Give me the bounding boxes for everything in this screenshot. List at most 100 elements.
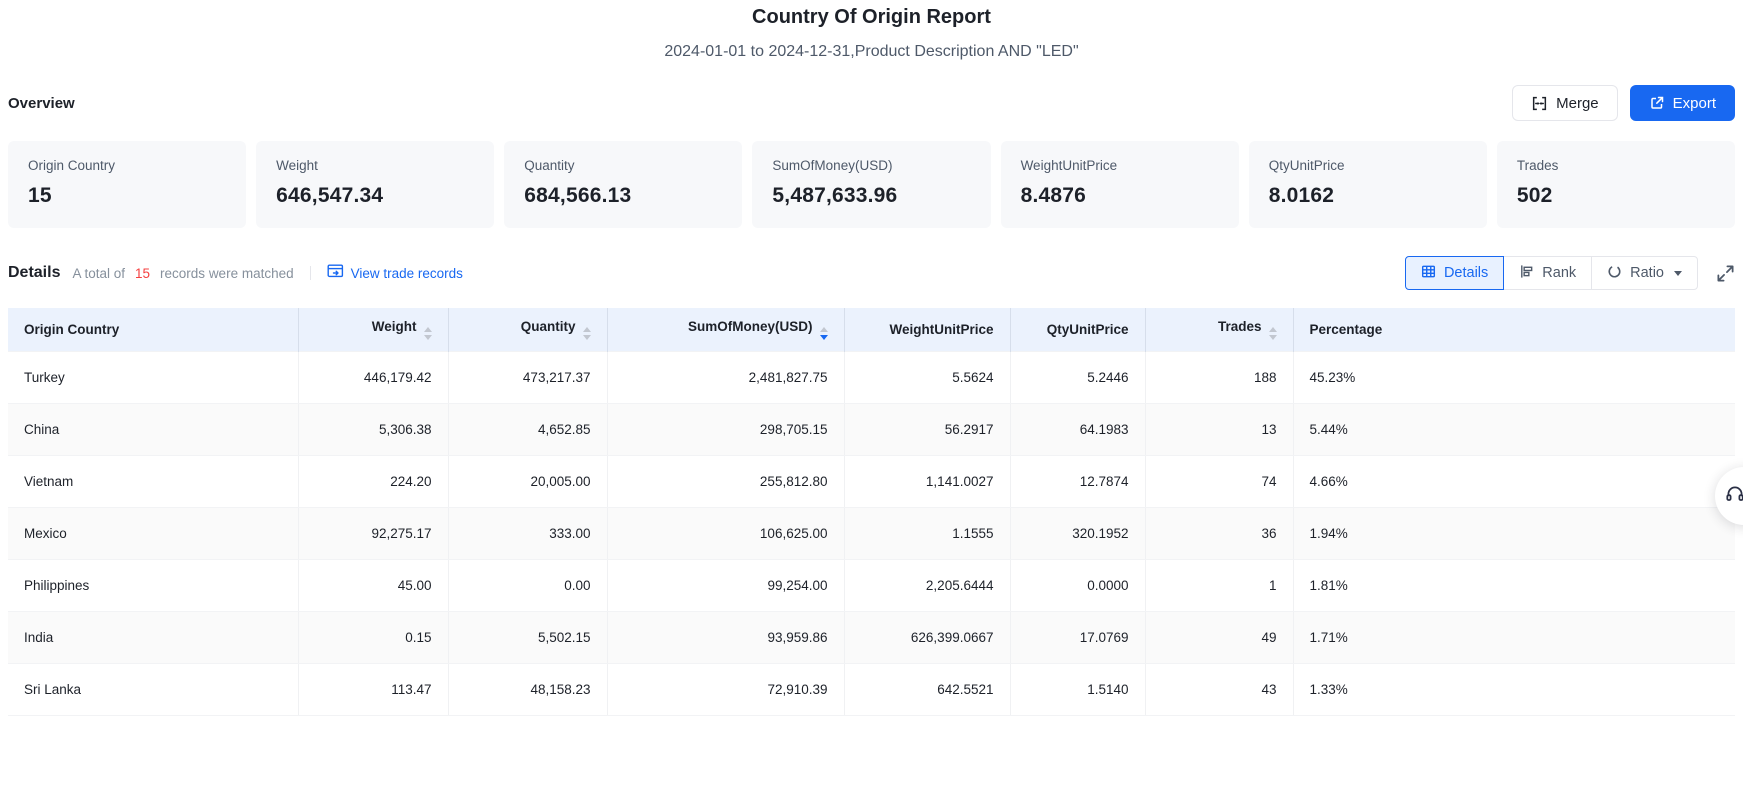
- table-cell: 1,141.0027: [844, 455, 1010, 507]
- stat-value: 5,487,633.96: [772, 184, 970, 208]
- page: Country Of Origin Report 2024-01-01 to 2…: [0, 0, 1743, 785]
- table-cell: 113.47: [298, 663, 448, 715]
- table-cell: 13: [1145, 403, 1293, 455]
- tab-rank-label: Rank: [1542, 265, 1576, 281]
- origin-country-table: Origin Country Weight Quantity SumOfMone…: [8, 308, 1735, 716]
- table-row: Sri Lanka113.4748,158.2372,910.39642.552…: [8, 663, 1735, 715]
- table-cell: 473,217.37: [448, 351, 607, 403]
- table-cell: 48,158.23: [448, 663, 607, 715]
- tab-ratio-label: Ratio: [1630, 265, 1664, 281]
- view-trade-records-link[interactable]: View trade records: [327, 264, 463, 282]
- stat-card-weight: Weight 646,547.34: [256, 141, 494, 228]
- table-header: Origin Country Weight Quantity SumOfMone…: [8, 308, 1735, 351]
- fullscreen-button[interactable]: [1716, 264, 1735, 283]
- table-cell: 1: [1145, 559, 1293, 611]
- stat-value: 8.0162: [1269, 184, 1467, 208]
- vertical-divider: [310, 266, 311, 280]
- table-cell: 2,205.6444: [844, 559, 1010, 611]
- details-bar: Details A total of 15 records were match…: [8, 256, 1735, 290]
- table-cell: 43: [1145, 663, 1293, 715]
- table-cell: 1.81%: [1293, 559, 1735, 611]
- table-cell: 626,399.0667: [844, 611, 1010, 663]
- tab-rank[interactable]: Rank: [1503, 256, 1592, 290]
- export-button-label: Export: [1673, 95, 1716, 112]
- stat-value: 8.4876: [1021, 184, 1219, 208]
- column-header-weight-unit-price: WeightUnitPrice: [844, 308, 1010, 351]
- table-cell: 4.66%: [1293, 455, 1735, 507]
- table-row: Philippines45.000.0099,254.002,205.64440…: [8, 559, 1735, 611]
- table-row: Mexico92,275.17333.00106,625.001.1555320…: [8, 507, 1735, 559]
- table-cell: 5.44%: [1293, 403, 1735, 455]
- column-header-trades[interactable]: Trades: [1145, 308, 1293, 351]
- table-cell: 56.2917: [844, 403, 1010, 455]
- ratio-chart-icon: [1607, 264, 1622, 283]
- table-cell: 2,481,827.75: [607, 351, 844, 403]
- table-cell: 224.20: [298, 455, 448, 507]
- tab-ratio[interactable]: Ratio: [1591, 256, 1698, 290]
- table-cell: 106,625.00: [607, 507, 844, 559]
- merge-icon: [1531, 95, 1548, 112]
- table-cell: Mexico: [8, 507, 298, 559]
- stat-value: 646,547.34: [276, 184, 474, 208]
- merge-button-label: Merge: [1556, 95, 1599, 112]
- table-cell: 45.00: [298, 559, 448, 611]
- page-subtitle: 2024-01-01 to 2024-12-31,Product Descrip…: [8, 43, 1735, 61]
- sort-icon: [583, 327, 591, 340]
- table-cell: India: [8, 611, 298, 663]
- table-cell: China: [8, 403, 298, 455]
- stat-card-origin-country: Origin Country 15: [8, 141, 246, 228]
- column-header-qty-unit-price: QtyUnitPrice: [1010, 308, 1145, 351]
- tab-details[interactable]: Details: [1405, 256, 1504, 290]
- stat-value: 15: [28, 184, 226, 208]
- column-header-quantity[interactable]: Quantity: [448, 308, 607, 351]
- table-cell: 72,910.39: [607, 663, 844, 715]
- stat-value: 502: [1517, 184, 1715, 208]
- match-suffix: records were matched: [160, 266, 294, 281]
- table-row: Vietnam224.2020,005.00255,812.801,141.00…: [8, 455, 1735, 507]
- column-header-origin-country: Origin Country: [8, 308, 298, 351]
- table-cell: 99,254.00: [607, 559, 844, 611]
- view-switcher: Details Rank: [1405, 256, 1698, 290]
- stat-value: 684,566.13: [524, 184, 722, 208]
- table-cell: Philippines: [8, 559, 298, 611]
- table-cell: 298,705.15: [607, 403, 844, 455]
- merge-button[interactable]: Merge: [1512, 85, 1618, 121]
- match-count: 15: [135, 266, 150, 281]
- table-cell: 5,502.15: [448, 611, 607, 663]
- stat-label: SumOfMoney(USD): [772, 158, 970, 173]
- table-cell: 333.00: [448, 507, 607, 559]
- column-header-sum-of-money[interactable]: SumOfMoney(USD): [607, 308, 844, 351]
- table-cell: 5.2446: [1010, 351, 1145, 403]
- overview-title: Overview: [8, 95, 75, 112]
- table-cell: 0.15: [298, 611, 448, 663]
- table-cell: 1.94%: [1293, 507, 1735, 559]
- table-cell: 64.1983: [1010, 403, 1145, 455]
- bar-chart-icon: [1519, 264, 1534, 283]
- table-cell: 0.00: [448, 559, 607, 611]
- table-row: Turkey446,179.42473,217.372,481,827.755.…: [8, 351, 1735, 403]
- stat-cards: Origin Country 15 Weight 646,547.34 Quan…: [8, 141, 1735, 228]
- table-cell: 4,652.85: [448, 403, 607, 455]
- stat-card-weight-unit-price: WeightUnitPrice 8.4876: [1001, 141, 1239, 228]
- column-header-weight[interactable]: Weight: [298, 308, 448, 351]
- stat-label: Weight: [276, 158, 474, 173]
- table-cell: 93,959.86: [607, 611, 844, 663]
- details-title: Details: [8, 264, 60, 282]
- details-match-summary: A total of 15 records were matched: [72, 266, 293, 281]
- trade-records-icon: [327, 264, 344, 282]
- table-body: Turkey446,179.42473,217.372,481,827.755.…: [8, 351, 1735, 715]
- stat-label: QtyUnitPrice: [1269, 158, 1467, 173]
- headset-icon: [1724, 483, 1743, 510]
- table-cell: 12.7874: [1010, 455, 1145, 507]
- table-cell: 92,275.17: [298, 507, 448, 559]
- stat-card-quantity: Quantity 684,566.13: [504, 141, 742, 228]
- tab-details-label: Details: [1444, 265, 1488, 281]
- stat-label: Trades: [1517, 158, 1715, 173]
- report-header: Country Of Origin Report 2024-01-01 to 2…: [8, 0, 1735, 61]
- export-button[interactable]: Export: [1630, 85, 1735, 121]
- stat-card-sum-of-money: SumOfMoney(USD) 5,487,633.96: [752, 141, 990, 228]
- table-cell: 188: [1145, 351, 1293, 403]
- details-left: Details A total of 15 records were match…: [8, 264, 463, 282]
- table-cell: 320.1952: [1010, 507, 1145, 559]
- table-cell: 5.5624: [844, 351, 1010, 403]
